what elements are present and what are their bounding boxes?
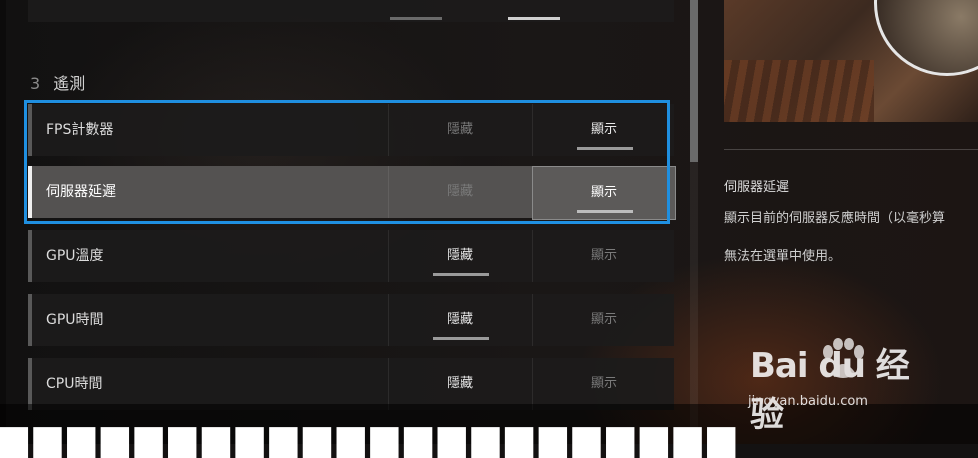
row-label: GPU時間 <box>46 312 104 328</box>
option-show[interactable]: 顯示 <box>532 294 675 346</box>
row-accent <box>28 358 32 410</box>
option-hide[interactable]: 隱藏 <box>388 230 531 282</box>
option-hide[interactable]: 隱藏 <box>388 294 531 346</box>
preview-magnifier <box>874 0 978 76</box>
option-show[interactable]: 顯示 <box>532 358 675 410</box>
info-note: 無法在選單中使用。 <box>724 249 842 264</box>
tutorial-highlight-box <box>24 100 670 224</box>
option-show-label: 顯示 <box>590 248 617 263</box>
option-hide-label: 隱藏 <box>446 248 473 263</box>
option-hide[interactable]: 隱藏 <box>388 358 531 410</box>
option-hide-label: 隱藏 <box>446 312 473 327</box>
scrollbar-thumb[interactable] <box>690 0 698 162</box>
option-show-label: 顯示 <box>590 376 617 391</box>
row-label: CPU時間 <box>46 376 103 392</box>
baidu-watermark: Bai du 经验 jingyan.baidu.com <box>740 336 940 435</box>
option-hide-label: 隱藏 <box>446 376 473 391</box>
preview-floor <box>724 60 874 122</box>
selected-indicator <box>433 337 489 340</box>
preview-image <box>724 0 978 122</box>
info-description: 顯示目前的伺服器反應時間（以毫秒算 <box>724 211 946 226</box>
row-gpu-time[interactable]: GPU時間 隱藏 顯示 <box>28 294 674 346</box>
row-accent <box>28 230 32 282</box>
info-divider <box>724 149 978 150</box>
left-edge <box>0 0 6 444</box>
option-show-label: 顯示 <box>590 312 617 327</box>
row-gpu-temperature[interactable]: GPU溫度 隱藏 顯示 <box>28 230 674 282</box>
row-label: GPU溫度 <box>46 248 104 264</box>
watermark-url: jingyan.baidu.com <box>748 394 868 409</box>
row-accent <box>28 294 32 346</box>
option-show[interactable]: 顯示 <box>532 230 675 282</box>
paw-icon <box>823 338 864 378</box>
selected-indicator <box>433 273 489 276</box>
row-cpu-time[interactable]: CPU時間 隱藏 顯示 <box>28 358 674 410</box>
info-title: 伺服器延遲 <box>724 180 790 195</box>
